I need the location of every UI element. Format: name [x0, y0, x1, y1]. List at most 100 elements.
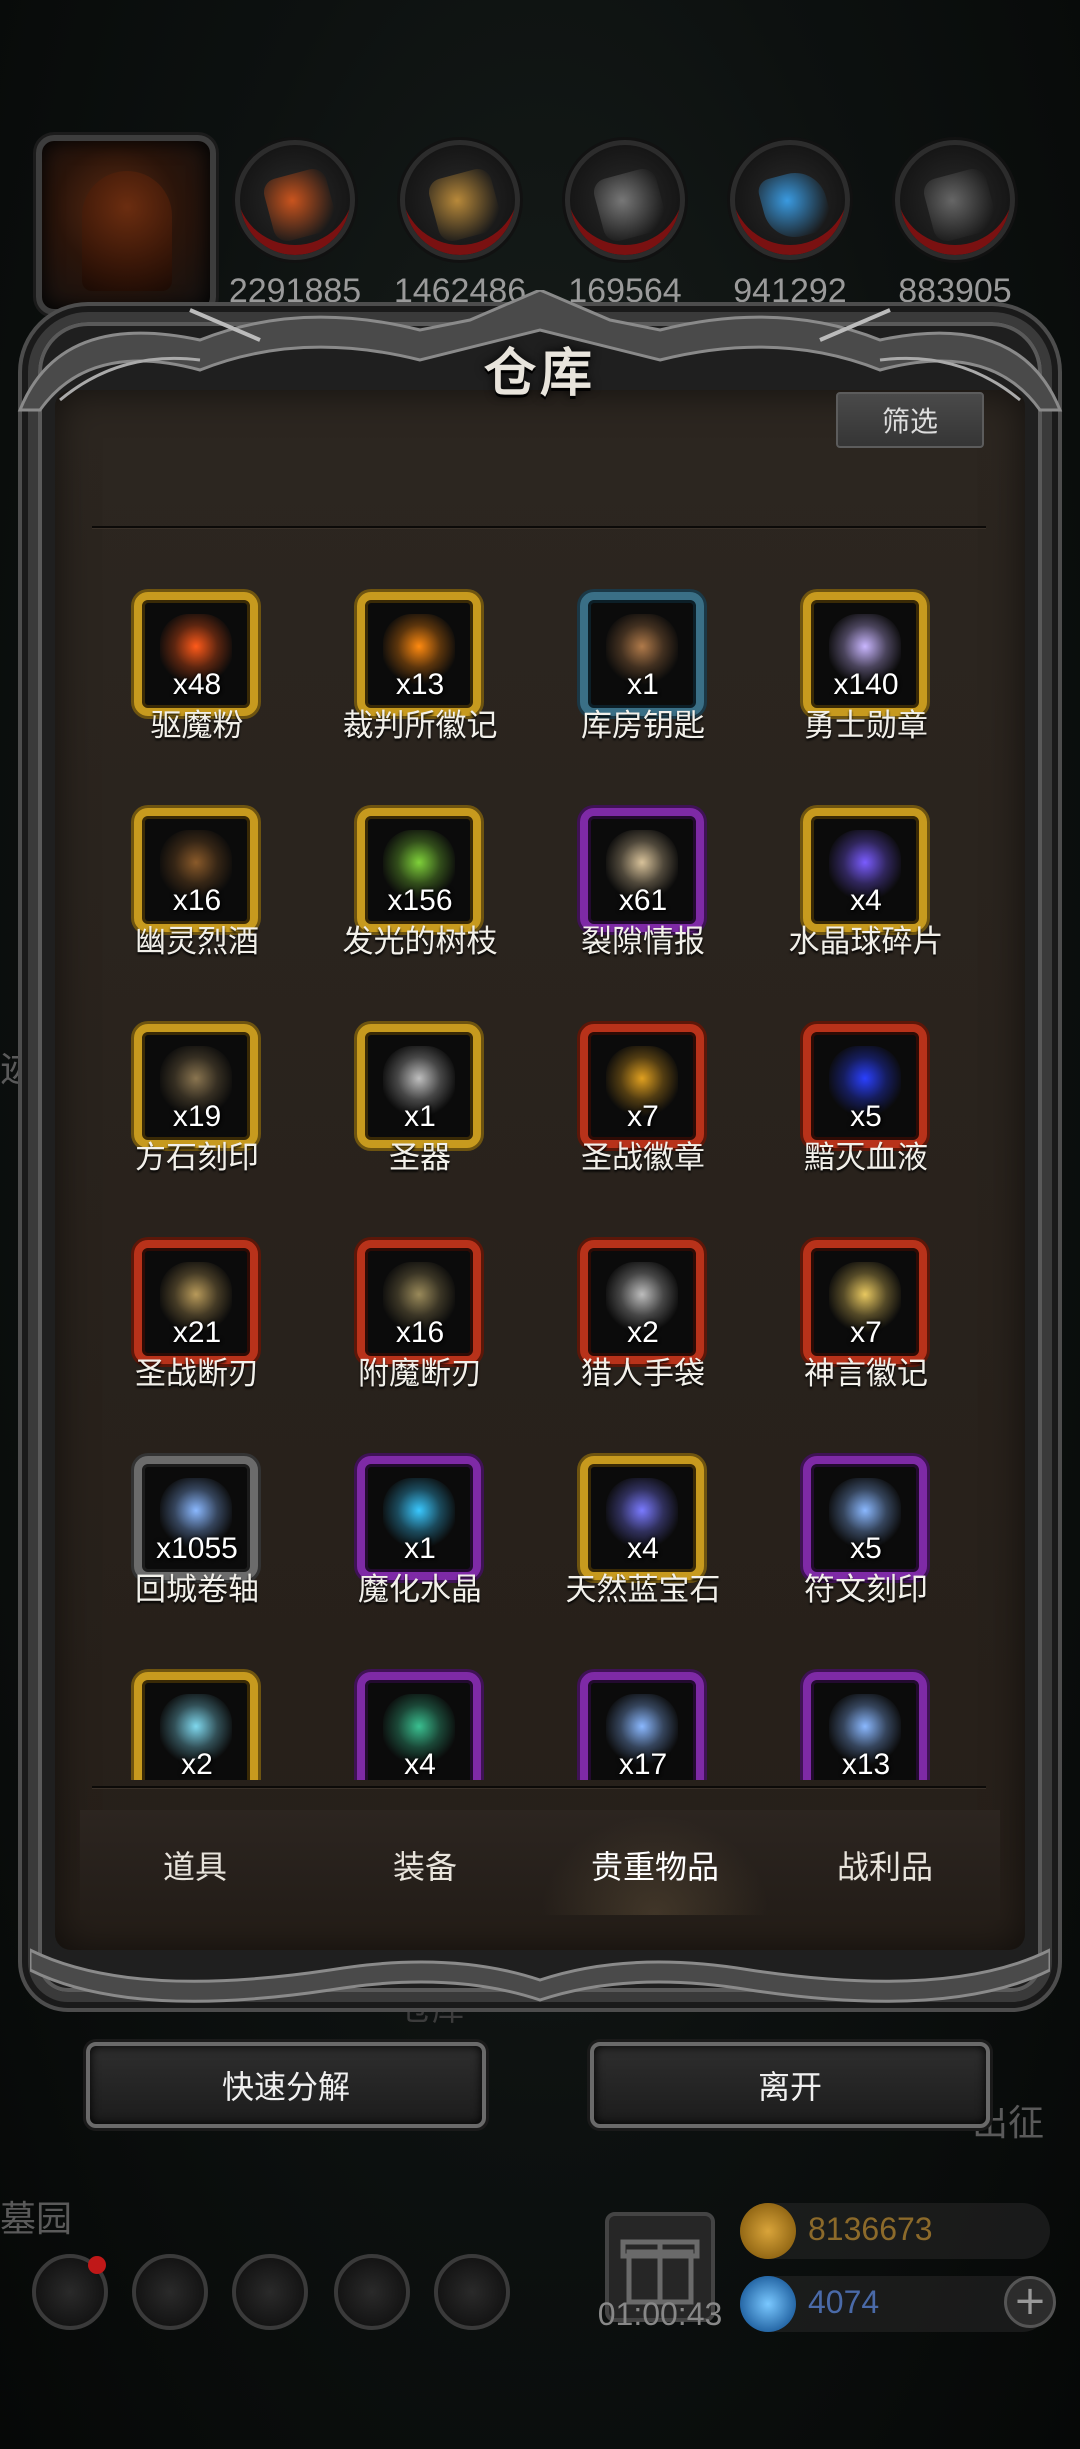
item-count: x5 [850, 1532, 882, 1565]
item-count: x16 [172, 884, 222, 917]
inventory-item[interactable]: x4 [315, 1620, 538, 1780]
divider-bottom [92, 1786, 986, 1788]
item-name: 附魔断刃 [358, 1356, 482, 1392]
inventory-item[interactable]: x140 勇士勋章 [761, 540, 984, 744]
inventory-item[interactable]: x13 [761, 1620, 984, 1780]
item-name: 圣战断刃 [135, 1356, 259, 1392]
settings-icon[interactable] [32, 2254, 108, 2330]
dragon-frame-bottom-ornament [30, 1948, 1050, 2003]
inventory-item[interactable]: x16 附魔断刃 [315, 1188, 538, 1392]
inventory-item[interactable]: x5 黯灭血液 [761, 972, 984, 1176]
item-name: 符文刻印 [804, 1572, 928, 1608]
resource-wood[interactable]: 1462486 [385, 140, 535, 310]
item-count: x140 [833, 668, 899, 701]
item-count: x156 [387, 884, 453, 917]
item-name: 猎人手袋 [581, 1356, 705, 1392]
item-count: x1055 [156, 1532, 238, 1565]
inventory-item[interactable]: x5 符文刻印 [761, 1404, 984, 1608]
item-count: x7 [850, 1316, 882, 1349]
item-grid-viewport[interactable]: x48 驱魔粉 x13 裁判所徽记 x1 库房钥匙 x140 勇士勋章 x16 幽灵烈酒 x156 发… [92, 540, 986, 1780]
item-name: 库房钥匙 [581, 708, 705, 744]
bg-label-cemetery: 墓园 [0, 2199, 73, 2240]
meat-icon [235, 140, 355, 260]
quick-decompose-button[interactable]: 快速分解 [86, 2042, 486, 2128]
inventory-item[interactable]: x4 天然蓝宝石 [538, 1404, 761, 1608]
resource-count: 941292 [733, 272, 847, 310]
item-count: x1 [404, 1100, 436, 1133]
resource-crystal[interactable]: 941292 [715, 140, 865, 310]
item-count: x17 [618, 1748, 668, 1780]
item-count: x7 [627, 1100, 659, 1133]
inventory-item[interactable]: x156 发光的树枝 [315, 756, 538, 960]
inventory-item[interactable]: x4 水晶球碎片 [761, 756, 984, 960]
item-name: 黯灭血液 [804, 1140, 928, 1176]
inventory-item[interactable]: x2 [92, 1620, 315, 1780]
item-count: x4 [627, 1532, 659, 1565]
resource-count: 883905 [898, 272, 1012, 310]
item-count: x2 [181, 1748, 213, 1780]
item-count: x13 [841, 1748, 891, 1780]
add-gem-button[interactable]: + [1004, 2276, 1056, 2328]
item-count: x19 [172, 1100, 222, 1133]
map-icon[interactable] [232, 2254, 308, 2330]
item-count: x13 [395, 668, 445, 701]
iron-icon [565, 140, 685, 260]
item-count: x5 [850, 1100, 882, 1133]
inventory-item[interactable]: x1 魔化水晶 [315, 1404, 538, 1608]
item-name: 方石刻印 [135, 1140, 259, 1176]
inventory-item[interactable]: x13 裁判所徽记 [315, 540, 538, 744]
wood-icon [400, 140, 520, 260]
inventory-item[interactable]: x7 圣战徽章 [538, 972, 761, 1176]
gift-timer: 01:00:43 [597, 2296, 723, 2332]
item-name: 回城卷轴 [135, 1572, 259, 1608]
resource-count: 2291885 [228, 272, 362, 310]
item-name: 发光的树枝 [342, 924, 498, 960]
item-count: x1 [627, 668, 659, 701]
resource-bar: 2291885 1462486 169564 941292 883905 [0, 130, 1080, 315]
tab-items[interactable]: 道具 [80, 1815, 310, 1915]
resource-iron[interactable]: 169564 [550, 140, 700, 310]
mail-icon[interactable] [334, 2254, 410, 2330]
item-name: 魔化水晶 [358, 1572, 482, 1608]
bag-icon[interactable] [132, 2254, 208, 2330]
tab-valuables[interactable]: 贵重物品 [540, 1815, 770, 1915]
inventory-item[interactable]: x1 库房钥匙 [538, 540, 761, 744]
box-icon[interactable] [434, 2254, 510, 2330]
inventory-item[interactable]: x2 猎人手袋 [538, 1188, 761, 1392]
item-count: x4 [404, 1748, 436, 1780]
inventory-item[interactable]: x19 方石刻印 [92, 972, 315, 1176]
inventory-item[interactable]: x61 裂隙情报 [538, 756, 761, 960]
hero-portrait[interactable] [36, 135, 216, 315]
item-count: x16 [395, 1316, 445, 1349]
tab-equipment[interactable]: 装备 [310, 1815, 540, 1915]
leave-button[interactable]: 离开 [590, 2042, 990, 2128]
inventory-item[interactable]: x17 [538, 1620, 761, 1780]
inventory-item[interactable]: x1 圣器 [315, 972, 538, 1176]
tab-loot[interactable]: 战利品 [770, 1815, 1000, 1915]
item-name: 圣器 [389, 1140, 451, 1176]
inventory-item[interactable]: x1055 回城卷轴 [92, 1404, 315, 1608]
resource-count: 1462486 [393, 272, 527, 310]
item-grid: x48 驱魔粉 x13 裁判所徽记 x1 库房钥匙 x140 勇士勋章 x16 幽灵烈酒 x156 发… [92, 540, 986, 1780]
item-count: x2 [627, 1316, 659, 1349]
inventory-item[interactable]: x16 幽灵烈酒 [92, 756, 315, 960]
item-name: 神言徽记 [804, 1356, 928, 1392]
resource-meat[interactable]: 2291885 [220, 140, 370, 310]
gold-amount: 8136673 [808, 2211, 933, 2247]
inventory-item[interactable]: x7 神言徽记 [761, 1188, 984, 1392]
crystal-icon [730, 140, 850, 260]
item-name: 驱魔粉 [150, 708, 244, 744]
inventory-item[interactable]: x48 驱魔粉 [92, 540, 315, 744]
item-count: x61 [618, 884, 668, 917]
resource-stone[interactable]: 883905 [880, 140, 1030, 310]
item-name: 圣战徽章 [581, 1140, 705, 1176]
filter-button[interactable]: 筛选 [836, 392, 984, 448]
hooded-figure-icon [82, 171, 172, 291]
inventory-item[interactable]: x21 圣战断刃 [92, 1188, 315, 1392]
stone-icon [895, 140, 1015, 260]
item-count: x48 [172, 668, 222, 701]
item-count: x4 [850, 884, 882, 917]
item-name: 勇士勋章 [804, 708, 928, 744]
item-name: 幽灵烈酒 [135, 924, 259, 960]
gold-display: 8136673 [740, 2203, 1050, 2259]
